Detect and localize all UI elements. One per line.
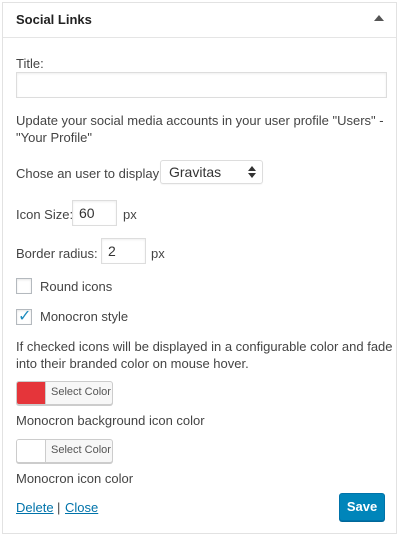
round-icons-checkbox[interactable] (16, 278, 32, 294)
save-button[interactable]: Save (339, 493, 385, 521)
icon-color-swatch (17, 440, 46, 462)
monocron-style-label[interactable]: Monocron style (40, 309, 128, 324)
background-color-swatch (17, 382, 46, 404)
delete-link[interactable]: Delete (16, 500, 54, 515)
profile-help-line-1: Update your social media accounts in you… (16, 113, 384, 128)
background-color-picker-button[interactable]: Select Color (16, 381, 113, 405)
border-radius-input[interactable] (101, 238, 146, 264)
round-icons-label[interactable]: Round icons (40, 279, 112, 294)
monocron-style-checkbox[interactable]: ✓ (16, 306, 32, 325)
action-separator: | (57, 500, 61, 515)
collapse-arrow-icon[interactable] (374, 15, 384, 21)
checkmark-icon: ✓ (18, 306, 32, 325)
select-updown-icon (248, 165, 256, 179)
widget-header[interactable]: Social Links (3, 3, 396, 38)
monocron-help-line-1: If checked icons will be displayed in a … (16, 339, 393, 354)
icon-size-input[interactable] (72, 200, 117, 226)
user-select-label: Chose an user to display: (16, 166, 163, 181)
close-link[interactable]: Close (65, 500, 98, 515)
title-input[interactable] (16, 72, 387, 98)
icon-color-picker-button[interactable]: Select Color (16, 439, 113, 463)
social-links-widget: Social Links Title: Update your social m… (2, 2, 397, 534)
user-select[interactable]: Gravitas (160, 160, 263, 184)
icon-size-unit: px (123, 207, 137, 222)
background-color-caption: Monocron background icon color (16, 413, 205, 428)
border-radius-unit: px (151, 246, 165, 261)
title-label: Title: (16, 56, 44, 71)
monocron-help-line-2: into their branded color on mouse hover. (16, 356, 249, 371)
profile-help-line-2: "Your Profile" (16, 130, 92, 145)
icon-size-label: Icon Size: (16, 207, 74, 222)
widget-title: Social Links (16, 12, 92, 27)
icon-color-caption: Monocron icon color (16, 471, 134, 486)
border-radius-label: Border radius: (16, 246, 98, 261)
background-select-color-label: Select Color (51, 386, 111, 398)
user-select-value: Gravitas (169, 164, 222, 180)
icon-select-color-label: Select Color (51, 444, 111, 456)
